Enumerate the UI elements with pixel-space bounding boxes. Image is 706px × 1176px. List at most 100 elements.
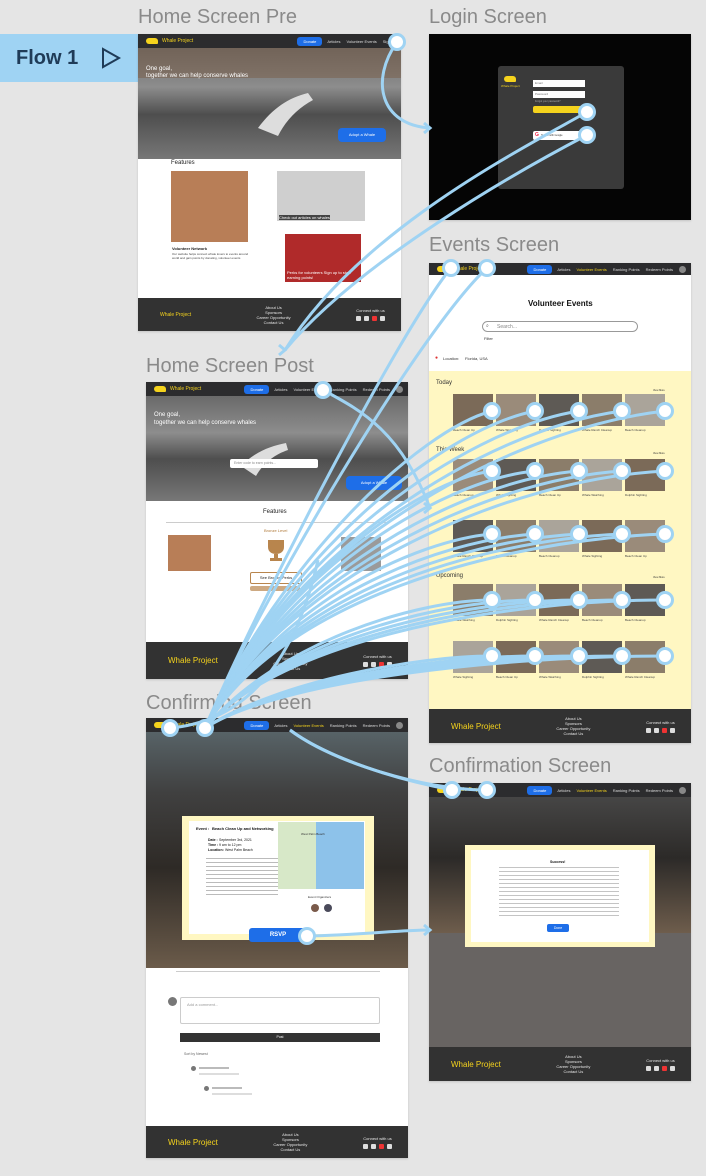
connector-node[interactable]: [570, 402, 588, 420]
twitter-icon[interactable]: [387, 662, 392, 667]
comment-input[interactable]: Add a comment...: [180, 997, 380, 1024]
connector-node[interactable]: [570, 462, 588, 480]
connector-node[interactable]: [314, 381, 332, 399]
connector-node[interactable]: [613, 647, 631, 665]
youtube-icon[interactable]: [379, 1143, 384, 1149]
connector-node[interactable]: [526, 647, 544, 665]
nav-brand[interactable]: Whale Project: [170, 386, 201, 392]
connector-node[interactable]: [161, 719, 179, 737]
connector-node[interactable]: [526, 402, 544, 420]
adopt-whale-button[interactable]: Adopt a Whale: [338, 128, 386, 142]
connector-node[interactable]: [656, 402, 674, 420]
avatar[interactable]: [679, 786, 686, 794]
see-bronze-perks-button[interactable]: See Bronze Perks: [250, 572, 302, 584]
forgot-password-link[interactable]: Forgot your password?: [535, 100, 561, 103]
search-input[interactable]: Search...: [482, 321, 638, 332]
nav-articles[interactable]: Articles: [274, 387, 287, 392]
connector-node[interactable]: [656, 591, 674, 609]
nav-brand[interactable]: Whale Project: [162, 38, 193, 44]
nav-redeem-points[interactable]: Redeem Points: [363, 723, 390, 728]
done-button[interactable]: Done: [547, 924, 569, 932]
connector-node[interactable]: [478, 781, 496, 799]
instagram-icon[interactable]: [355, 316, 361, 321]
avatar[interactable]: [679, 265, 686, 273]
connector-node[interactable]: [656, 525, 674, 543]
connector-node[interactable]: [483, 591, 501, 609]
connector-node[interactable]: [656, 647, 674, 665]
twitter-icon[interactable]: [379, 316, 385, 321]
glasses-photo[interactable]: [277, 171, 365, 221]
connector-node[interactable]: [613, 591, 631, 609]
youtube-icon[interactable]: [662, 727, 667, 733]
footer-contact[interactable]: Contact Us: [564, 1069, 584, 1074]
nav-ranking-points[interactable]: Ranking Points: [330, 387, 357, 392]
instagram-icon[interactable]: [363, 1143, 368, 1149]
connector-node[interactable]: [298, 927, 316, 945]
nav-volunteer-events[interactable]: Volunteer Events: [293, 723, 323, 728]
connector-node[interactable]: [613, 402, 631, 420]
connector-node[interactable]: [388, 33, 406, 51]
facebook-icon[interactable]: [363, 316, 369, 321]
connector-node[interactable]: [196, 719, 214, 737]
twitter-icon[interactable]: [387, 1143, 392, 1149]
nav-donate-button[interactable]: Donate: [244, 384, 270, 394]
nav-donate-button[interactable]: Donate: [527, 785, 553, 795]
view-more-week[interactable]: View More: [653, 452, 665, 455]
connector-node[interactable]: [478, 259, 496, 277]
connector-node[interactable]: [570, 647, 588, 665]
nav-volunteer-events[interactable]: Volunteer Events: [576, 267, 606, 272]
nav-ranking-points[interactable]: Ranking Points: [330, 723, 357, 728]
connector-node[interactable]: [526, 591, 544, 609]
youtube-icon[interactable]: [379, 662, 384, 667]
nav-volunteer-events[interactable]: Volunteer Events: [347, 39, 377, 44]
nav-articles[interactable]: Articles: [274, 723, 287, 728]
connector-node[interactable]: [443, 781, 461, 799]
password-field[interactable]: Password: [533, 91, 585, 98]
email-field[interactable]: Email: [533, 80, 585, 87]
connector-node[interactable]: [526, 462, 544, 480]
connector-node[interactable]: [483, 402, 501, 420]
filter-dropdown[interactable]: Filter: [484, 336, 493, 341]
nav-articles[interactable]: Articles: [557, 267, 570, 272]
connector-node[interactable]: [570, 525, 588, 543]
connector-node[interactable]: [613, 525, 631, 543]
twitter-icon[interactable]: [670, 727, 675, 733]
facebook-icon[interactable]: [371, 1143, 376, 1149]
connector-node[interactable]: [570, 591, 588, 609]
organizer-avatar[interactable]: [324, 904, 332, 912]
instagram-icon[interactable]: [646, 1065, 651, 1071]
view-more-today[interactable]: View More: [653, 389, 665, 392]
nav-redeem-points[interactable]: Redeem Points: [646, 788, 673, 793]
play-icon[interactable]: [100, 46, 122, 70]
footer-contact[interactable]: Contact Us: [281, 666, 301, 671]
flow-1-label[interactable]: Flow 1: [0, 34, 138, 82]
footer-contact[interactable]: Contact Us: [564, 731, 584, 736]
footer-contact[interactable]: Contact Us: [264, 320, 284, 325]
footer-contact[interactable]: Contact Us: [281, 1147, 301, 1152]
nav-redeem-points[interactable]: Redeem Points: [363, 387, 390, 392]
nav-articles[interactable]: Articles: [327, 39, 340, 44]
nav-donate-button[interactable]: Donate: [244, 720, 270, 730]
connector-node[interactable]: [526, 525, 544, 543]
facebook-icon[interactable]: [371, 662, 376, 667]
nav-donate-button[interactable]: Donate: [527, 264, 553, 274]
nav-donate-button[interactable]: Donate: [297, 36, 323, 46]
view-more-upcoming[interactable]: View More: [653, 576, 665, 579]
avatar[interactable]: [396, 721, 403, 729]
youtube-icon[interactable]: [371, 316, 377, 321]
nav-volunteer-events[interactable]: Volunteer Events: [576, 788, 606, 793]
connector-node[interactable]: [656, 462, 674, 480]
code-input[interactable]: Enter code to earn points...: [230, 459, 318, 468]
connector-node[interactable]: [613, 462, 631, 480]
twitter-icon[interactable]: [670, 1065, 675, 1071]
instagram-icon[interactable]: [646, 727, 651, 733]
facebook-icon[interactable]: [654, 727, 659, 733]
sort-dropdown[interactable]: Sort by Newest: [184, 1052, 208, 1056]
nav-articles[interactable]: Articles: [557, 788, 570, 793]
connector-node[interactable]: [483, 525, 501, 543]
nav-ranking-points[interactable]: Ranking Points: [613, 267, 640, 272]
connector-node[interactable]: [483, 647, 501, 665]
nav-ranking-points[interactable]: Ranking Points: [613, 788, 640, 793]
nav-redeem-points[interactable]: Redeem Points: [646, 267, 673, 272]
avatar[interactable]: [396, 385, 403, 393]
